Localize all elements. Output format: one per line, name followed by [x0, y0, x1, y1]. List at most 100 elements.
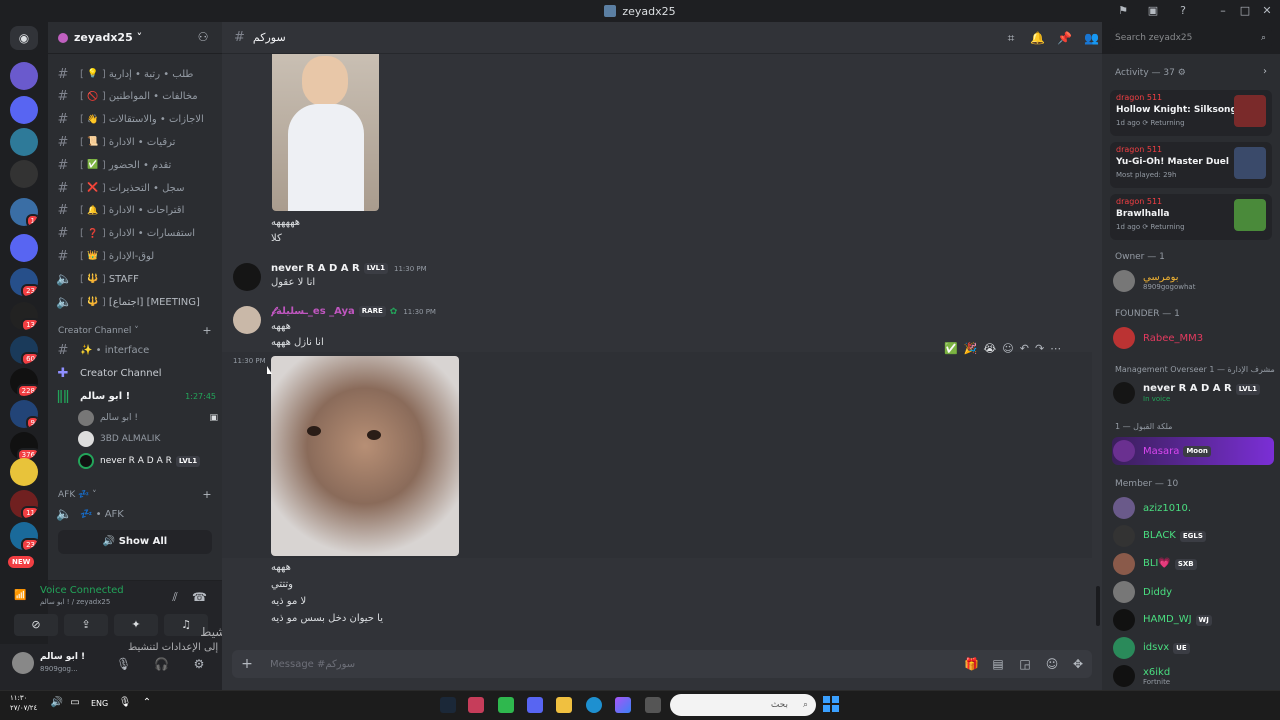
headphones-icon[interactable]: 🎧	[154, 657, 169, 671]
avatar[interactable]	[233, 306, 261, 334]
windows-search[interactable]: بحث ⌕	[670, 694, 816, 716]
server-icon[interactable]	[10, 160, 38, 188]
member-item[interactable]: BLI💗 SXB	[1113, 552, 1273, 576]
channel-item[interactable]: #[📜] ترقيات • الادارة	[56, 132, 216, 152]
edge-icon[interactable]	[586, 697, 602, 713]
show-all-button[interactable]: 🔊 Show All	[58, 530, 212, 554]
screen-share-button[interactable]: ⇪	[64, 614, 108, 636]
member-item[interactable]: Masara Moon	[1113, 439, 1273, 463]
app-icon[interactable]	[498, 697, 514, 713]
search-input[interactable]: Search zeyadx25 ⌕	[1110, 28, 1272, 48]
server-icon[interactable]: 376	[10, 432, 38, 460]
add-member-icon[interactable]: ⚇	[196, 30, 210, 44]
inbox-flag-icon[interactable]: ⚑	[1116, 4, 1130, 18]
message-input[interactable]: Message #سورکم	[232, 650, 1092, 678]
app-icon[interactable]	[468, 697, 484, 713]
activity-card[interactable]: dragon 511 Yu-Gi-Oh! Master Duel Most play…	[1110, 142, 1272, 188]
member-item[interactable]: بومرسي 8909gogowhat	[1113, 269, 1273, 293]
pin-icon[interactable]: 📌	[1057, 31, 1072, 45]
copilot-icon[interactable]	[615, 697, 631, 713]
microphone-icon[interactable]: 🎙	[118, 697, 132, 708]
server-icon[interactable]	[10, 62, 38, 90]
author-name[interactable]: 𝓯ـسليلة_es _Aya	[271, 306, 355, 317]
server-icon[interactable]: 60	[10, 336, 38, 364]
network-icon[interactable]: ▭	[68, 697, 82, 708]
server-icon[interactable]	[10, 96, 38, 124]
server-icon[interactable]	[10, 458, 38, 486]
reply-icon[interactable]: ↶	[1020, 342, 1029, 355]
guild-header[interactable]: zeyadx25 ˅ ⚇	[48, 22, 222, 54]
channel-afk[interactable]: 🔈 💤 • AFK	[56, 504, 216, 524]
gift-icon[interactable]: 🎁	[964, 657, 979, 671]
upload-plus-icon[interactable]: +	[240, 656, 254, 672]
add-channel-icon[interactable]: +	[200, 488, 214, 501]
cry-reaction-icon[interactable]: 😭	[983, 342, 996, 355]
chevron-up-icon[interactable]: ⌃	[140, 697, 154, 708]
activity-card[interactable]: dragon 511 Hollow Knight: Silksong 1d ago …	[1110, 90, 1272, 136]
add-channel-icon[interactable]: +	[200, 324, 214, 337]
minimize-icon[interactable]: –	[1216, 4, 1230, 18]
help-icon[interactable]: ?	[1176, 4, 1190, 18]
camera-button[interactable]: ⊘	[14, 614, 58, 636]
party-reaction-icon[interactable]: 🎉	[964, 342, 978, 355]
category-afk[interactable]: AFK 💤 ˅	[58, 490, 97, 500]
steam-icon[interactable]	[440, 697, 456, 713]
member-item[interactable]: Rabee_MM3	[1113, 326, 1273, 350]
activity-card[interactable]: dragon 511 Brawlhalla 1d ago ⟳ Returning	[1110, 194, 1272, 240]
scrollbar[interactable]	[1096, 586, 1100, 626]
server-icon[interactable]: 23	[10, 522, 38, 550]
task-view-icon[interactable]	[645, 697, 661, 713]
server-icon[interactable]: 9	[10, 400, 38, 428]
server-icon[interactable]: 11	[10, 490, 38, 518]
channel-item[interactable]: #[❓] استفسارات • الادارة	[56, 224, 216, 244]
check-reaction-icon[interactable]: ✅	[944, 342, 958, 355]
server-icon[interactable]: 13	[10, 302, 38, 330]
maximize-icon[interactable]: □	[1238, 4, 1252, 18]
channel-item[interactable]: #[🔔] اقتراحات • الادارة	[56, 201, 216, 221]
member-item[interactable]: x6ikd Fortnite	[1113, 664, 1273, 688]
channel-interface[interactable]: # ✨ • interface	[56, 340, 216, 360]
member-item[interactable]: Diddy	[1113, 580, 1273, 604]
channel-item[interactable]: #[✅] تقدم • الحضور	[56, 155, 216, 175]
attachment-image-baby[interactable]	[271, 356, 459, 556]
add-reaction-icon[interactable]: ☺	[1002, 342, 1013, 355]
author-name[interactable]: never R A D A R	[271, 263, 360, 274]
start-icon[interactable]	[823, 696, 839, 712]
threads-icon[interactable]: ⌗	[1004, 31, 1018, 46]
channel-item[interactable]: 🔈[🔱] STAFF	[56, 269, 216, 289]
channel-item[interactable]: #[❌] سجل • التحذيرات	[56, 178, 216, 198]
voice-user[interactable]: never R A D A R LVL1	[78, 452, 218, 470]
disconnect-icon[interactable]: ☎	[192, 590, 207, 604]
language-indicator[interactable]: ENG	[91, 699, 108, 708]
chevron-right-icon[interactable]: ›	[1258, 66, 1272, 77]
volume-icon[interactable]: 🔊	[50, 697, 64, 708]
more-icon[interactable]: ⋯	[1050, 342, 1061, 355]
forward-icon[interactable]: ↷	[1035, 342, 1044, 355]
clock[interactable]: ١١:٣٠ ٢٧/٠٧/٢٤	[10, 693, 37, 713]
screen-icon[interactable]: ▣	[1146, 4, 1160, 18]
channel-item[interactable]: #[💡] طلب • رتبة • إدارية	[56, 64, 216, 84]
close-icon[interactable]: ✕	[1260, 4, 1274, 18]
members-icon[interactable]: 👥	[1084, 31, 1099, 45]
sticker-icon[interactable]: ◲	[1018, 657, 1032, 671]
server-icon[interactable]: 23	[10, 268, 38, 296]
member-item[interactable]: idsvx UE	[1113, 636, 1273, 660]
voice-user[interactable]: ابو سالم ! ▣	[78, 409, 218, 427]
attachment-image-baby[interactable]	[272, 54, 379, 211]
voice-channel-active[interactable]: ǁǁ ابو سالم ! 1:27:45	[56, 386, 216, 406]
member-item[interactable]: never R A D A R LVL1 In voice	[1113, 381, 1273, 405]
activity-header[interactable]: Activity — 37 ⚙	[1115, 68, 1186, 78]
folder-icon[interactable]	[556, 697, 572, 713]
user-avatar[interactable]	[12, 652, 34, 674]
voice-user[interactable]: 3BD ALMALIK	[78, 430, 218, 448]
avatar[interactable]	[233, 263, 261, 291]
member-item[interactable]: aziz1010.	[1113, 496, 1273, 520]
channel-item[interactable]: #[👑] لوق-الإدارة	[56, 246, 216, 266]
channel-item[interactable]: #[👋] الاجازات • والاستقالات	[56, 110, 216, 130]
microphone-icon[interactable]: 🎙	[116, 657, 131, 671]
discord-taskbar-icon[interactable]	[527, 697, 543, 713]
member-item[interactable]: HAMD_WJ WJ	[1113, 608, 1273, 632]
noise-suppression-icon[interactable]: ⫽	[168, 590, 182, 605]
settings-gear-icon[interactable]: ⚙	[192, 657, 206, 671]
member-item[interactable]: BLACK EGLS	[1113, 524, 1273, 548]
